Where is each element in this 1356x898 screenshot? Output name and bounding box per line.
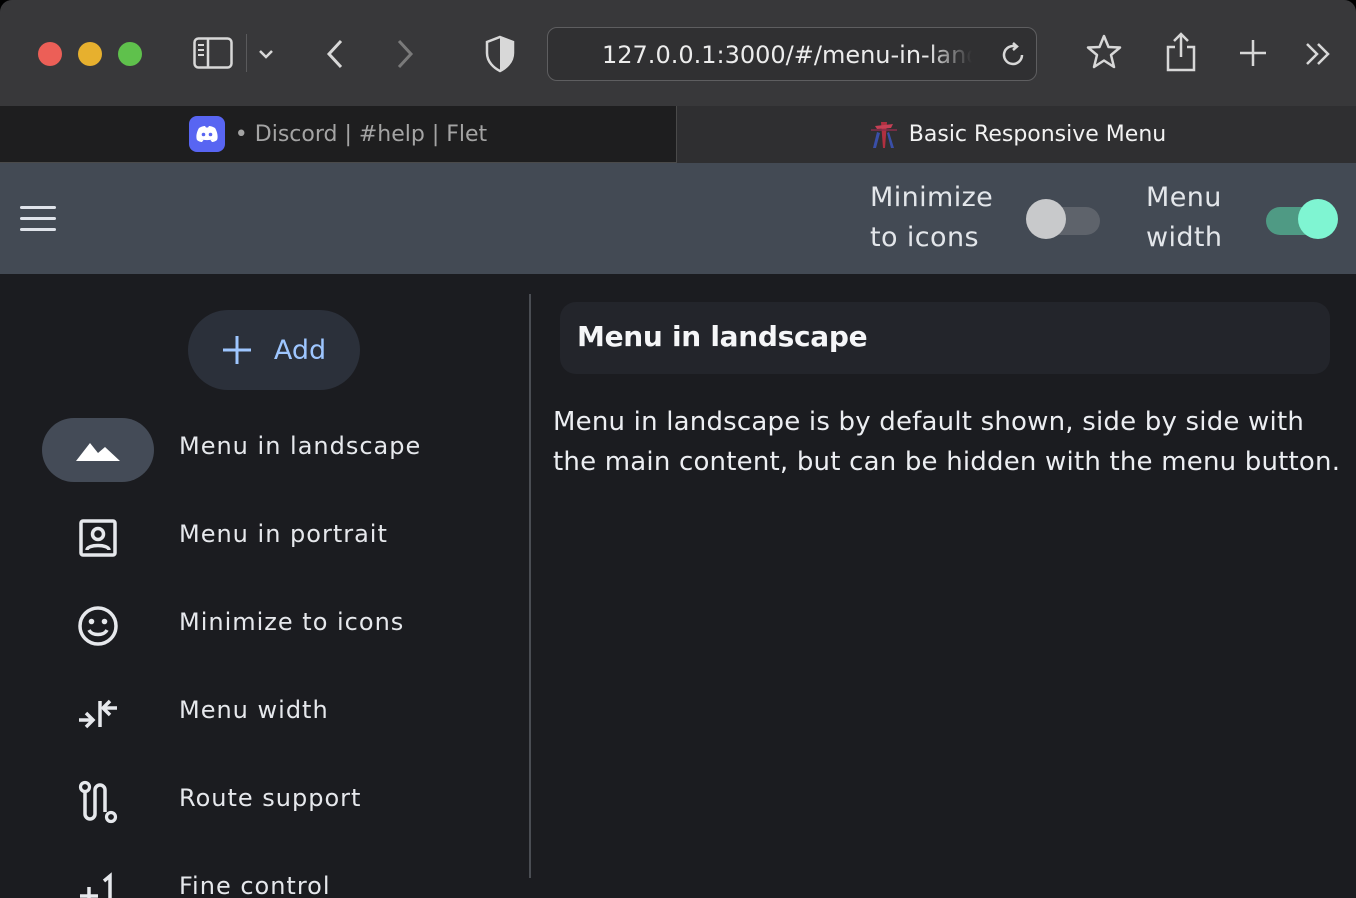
plus-icon <box>222 336 251 364</box>
landscape-icon <box>76 443 120 461</box>
rail-item-label: Route support <box>179 784 362 812</box>
tab-label: Basic Responsive Menu <box>908 122 1167 147</box>
rail-item-minimize-to-icons[interactable]: Minimize to icons <box>42 594 512 658</box>
shield-icon[interactable] <box>482 34 518 74</box>
close-window-button[interactable] <box>38 42 62 66</box>
plus-icon[interactable] <box>1236 36 1270 70</box>
rail-indicator <box>42 418 154 482</box>
compress-arrows-icon <box>79 699 117 729</box>
forward-icon[interactable] <box>390 36 420 72</box>
rail-item-menu-in-landscape[interactable]: Menu in landscape <box>42 418 512 482</box>
rail-indicator <box>42 682 154 746</box>
add-button[interactable]: Add <box>188 310 360 390</box>
portrait-icon <box>79 519 117 557</box>
page-title: Menu in landscape <box>577 320 868 353</box>
rail-item-label: Fine control <box>179 872 331 898</box>
chevron-down-icon[interactable] <box>256 44 276 64</box>
rail-item-route-support[interactable]: Route support <box>42 770 512 834</box>
content-title-card: Menu in landscape <box>560 302 1330 374</box>
plus-one-icon <box>80 872 112 898</box>
rail-item-label: Menu in landscape <box>179 432 422 460</box>
rail-item-fine-control[interactable]: Fine control <box>42 858 512 898</box>
reload-icon[interactable] <box>998 40 1028 70</box>
back-icon[interactable] <box>320 36 350 72</box>
menu-width-label-line1: Menu <box>1146 182 1222 213</box>
content-body-text: Menu in landscape is by default shown, s… <box>553 407 1341 477</box>
rail-indicator <box>42 594 154 658</box>
menu-width-label-line2: width <box>1146 222 1223 253</box>
rail-item-label: Menu width <box>179 696 329 724</box>
smiley-icon <box>78 606 118 646</box>
minimize-to-icons-label: Minimize to icons <box>870 178 993 258</box>
menu-icon <box>20 206 56 209</box>
flet-icon <box>870 121 897 148</box>
tab-label: • Discord | #help | Flet <box>234 121 488 147</box>
menu-icon-line <box>20 217 56 220</box>
tab-bar: • Discord | #help | Flet Basic Responsiv… <box>0 106 1356 163</box>
rail-divider <box>529 294 531 878</box>
rail-item-menu-in-portrait[interactable]: Menu in portrait <box>42 506 512 570</box>
toolbar-divider <box>246 34 247 72</box>
address-bar[interactable]: 127.0.0.1:3000/#/menu-in-landscape <box>547 27 1037 81</box>
minimize-to-icons-switch[interactable] <box>1026 195 1102 239</box>
menu-width-switch[interactable] <box>1262 195 1338 239</box>
minimize-label-line2: to icons <box>870 222 979 253</box>
menu-width-label: Menu width <box>1146 178 1222 258</box>
rail-item-label: Menu in portrait <box>179 520 388 548</box>
rail-item-label: Minimize to icons <box>179 608 405 636</box>
rail-indicator <box>42 858 154 898</box>
tab-discord[interactable]: • Discord | #help | Flet <box>0 106 677 163</box>
sidebar-icon[interactable] <box>192 36 234 70</box>
tab-basic-responsive-menu[interactable]: Basic Responsive Menu <box>677 106 1356 163</box>
rail-indicator <box>42 506 154 570</box>
zoom-window-button[interactable] <box>118 42 142 66</box>
double-chevron-icon[interactable] <box>1302 40 1334 68</box>
rail-indicator <box>42 770 154 834</box>
discord-icon <box>188 116 225 152</box>
route-icon <box>78 780 118 824</box>
menu-icon-line <box>20 228 56 231</box>
minimize-window-button[interactable] <box>78 42 102 66</box>
url-text[interactable]: 127.0.0.1:3000/#/menu-in-landscape <box>602 41 972 71</box>
rail-item-menu-width[interactable]: Menu width <box>42 682 512 746</box>
navigation-rail: Add Menu in landscape Menu in portrait M… <box>0 274 530 898</box>
switch-thumb <box>1298 199 1338 239</box>
minimize-label-line1: Minimize <box>870 182 994 213</box>
star-icon[interactable] <box>1084 32 1124 72</box>
switch-thumb <box>1026 199 1066 239</box>
menu-button[interactable] <box>20 206 56 232</box>
app-bar: Minimize to icons Menu width <box>0 163 1356 274</box>
share-icon[interactable] <box>1162 30 1200 74</box>
browser-window: 127.0.0.1:3000/#/menu-in-landscape • Dis… <box>0 0 1356 898</box>
browser-toolbar: 127.0.0.1:3000/#/menu-in-landscape <box>0 0 1356 106</box>
add-button-label: Add <box>273 334 327 366</box>
